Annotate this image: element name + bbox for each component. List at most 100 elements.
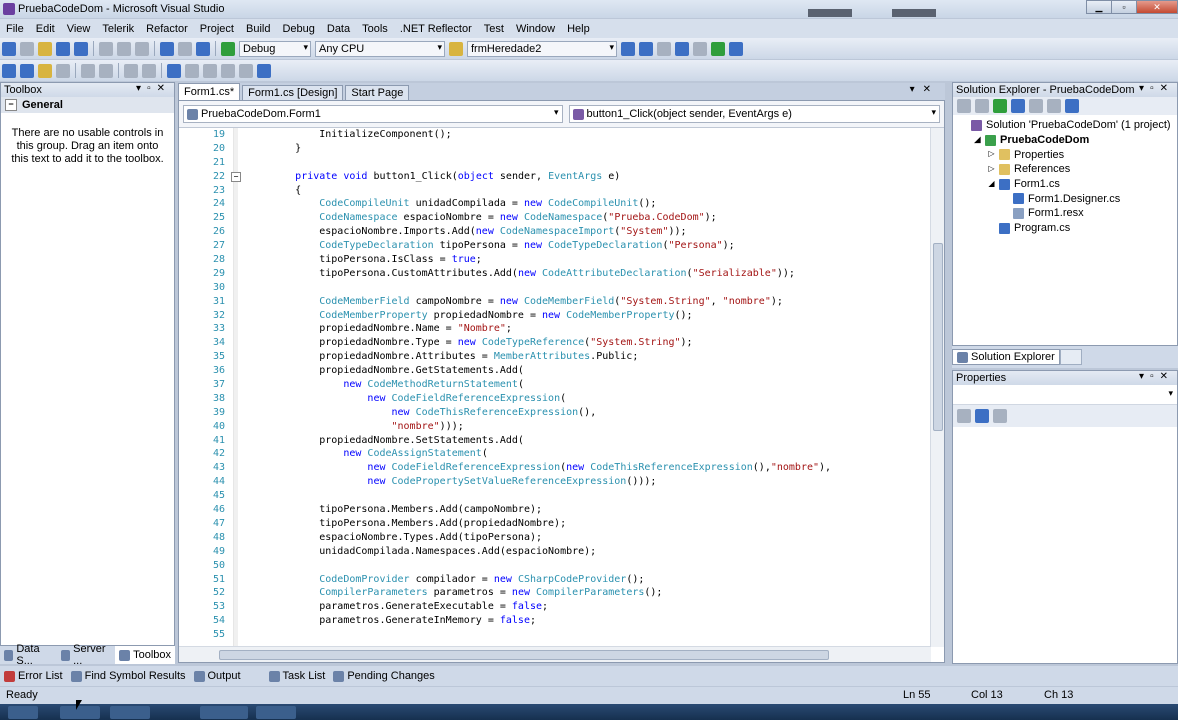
start-debug-icon[interactable] bbox=[221, 41, 235, 56]
code-line[interactable]: 35 propiedadNombre.Attributes = MemberAt… bbox=[179, 350, 931, 364]
find-combo[interactable]: frmHeredade2 bbox=[467, 40, 617, 57]
properties-icon[interactable] bbox=[957, 99, 971, 113]
horizontal-scrollbar[interactable] bbox=[179, 646, 931, 662]
dropdown-icon[interactable]: ▾ bbox=[136, 83, 147, 94]
code-line[interactable]: 34 propiedadNombre.Type = new CodeTypeRe… bbox=[179, 336, 931, 350]
paste-icon[interactable] bbox=[135, 41, 149, 56]
new-project-icon[interactable] bbox=[2, 41, 16, 56]
menu-file[interactable]: File bbox=[0, 23, 30, 35]
next-bookmark-icon[interactable] bbox=[203, 63, 217, 78]
pin-icon[interactable]: ▫ bbox=[1150, 371, 1160, 382]
tab-pending-changes[interactable]: Pending Changes bbox=[329, 670, 438, 682]
tab-server-explorer[interactable]: Server ... bbox=[57, 643, 115, 667]
save-all-icon[interactable] bbox=[74, 41, 88, 56]
expand-icon[interactable]: ◢ bbox=[987, 179, 996, 189]
code-line[interactable]: 55 bbox=[179, 628, 931, 642]
code-line[interactable]: 47 tipoPersona.Members.Add(propiedadNomb… bbox=[179, 517, 931, 531]
view-code-icon[interactable] bbox=[1011, 99, 1025, 113]
tree-node[interactable]: ◢ Form1.cs bbox=[953, 177, 1177, 192]
show-all-files-icon[interactable] bbox=[975, 99, 989, 113]
code-line[interactable]: 33 propiedadNombre.Name = "Nombre"; bbox=[179, 322, 931, 336]
code-line[interactable]: 36 propiedadNombre.GetStatements.Add( bbox=[179, 364, 931, 378]
expand-icon[interactable]: ▷ bbox=[987, 150, 996, 159]
menu-test[interactable]: Test bbox=[478, 23, 510, 35]
tab-task-list[interactable]: Task List bbox=[265, 670, 330, 682]
object-browser-icon[interactable] bbox=[675, 41, 689, 56]
tab-form1-cs[interactable]: Form1.cs* bbox=[178, 83, 241, 100]
dropdown-icon[interactable]: ▾ bbox=[1139, 371, 1150, 382]
close-icon[interactable]: ✕ bbox=[1160, 83, 1174, 94]
save-icon[interactable] bbox=[56, 41, 70, 56]
code-line[interactable]: 48 espacioNombre.Types.Add(tipoPersona); bbox=[179, 531, 931, 545]
dropdown-icon[interactable]: ▾ bbox=[1139, 83, 1150, 94]
tab-other[interactable] bbox=[1059, 349, 1082, 365]
close-icon[interactable]: ✕ bbox=[157, 83, 171, 94]
code-line[interactable]: 40 "nombre"))); bbox=[179, 420, 931, 434]
clear-bookmarks-icon[interactable] bbox=[257, 63, 271, 78]
tree-node[interactable]: Program.cs bbox=[953, 221, 1177, 236]
code-line[interactable]: 50 bbox=[179, 559, 931, 573]
code-line[interactable]: 27 CodeTypeDeclaration tipoPersona = new… bbox=[179, 239, 931, 253]
code-line[interactable]: 41 propiedadNombre.SetStatements.Add( bbox=[179, 434, 931, 448]
navigate-icon[interactable] bbox=[196, 41, 210, 56]
menu-net-reflector[interactable]: .NET Reflector bbox=[394, 23, 478, 35]
scroll-thumb[interactable] bbox=[933, 243, 943, 431]
code-line[interactable]: 38 new CodeFieldReferenceExpression( bbox=[179, 392, 931, 406]
code-line[interactable]: 31 CodeMemberField campoNombre = new Cod… bbox=[179, 295, 931, 309]
vertical-scrollbar[interactable] bbox=[930, 128, 944, 647]
tab-solution-explorer[interactable]: Solution Explorer bbox=[952, 349, 1060, 365]
expand-icon[interactable]: ◢ bbox=[973, 135, 982, 145]
tab-start-page[interactable]: Start Page bbox=[345, 85, 410, 100]
categorized-icon[interactable] bbox=[957, 409, 971, 423]
code-line[interactable]: 22 private void button1_Click(object sen… bbox=[179, 170, 931, 184]
scroll-thumb[interactable] bbox=[219, 650, 829, 660]
undo-icon[interactable] bbox=[160, 41, 174, 56]
tree-node[interactable]: Form1.resx bbox=[953, 206, 1177, 221]
comment-icon[interactable] bbox=[124, 63, 138, 78]
menu-edit[interactable]: Edit bbox=[30, 23, 61, 35]
properties-icon[interactable] bbox=[657, 41, 671, 56]
config-combo[interactable]: Debug bbox=[239, 40, 311, 57]
complete-word-icon[interactable] bbox=[56, 63, 70, 78]
code-line[interactable]: 44 new CodePropertySetValueReferenceExpr… bbox=[179, 475, 931, 489]
close-icon[interactable]: ✕ bbox=[1160, 371, 1174, 382]
code-editor[interactable]: PruebaCodeDom.Form1 button1_Click(object… bbox=[178, 100, 945, 663]
menu-tools[interactable]: Tools bbox=[356, 23, 394, 35]
menu-debug[interactable]: Debug bbox=[276, 23, 320, 35]
bookmark-icon[interactable] bbox=[167, 63, 181, 78]
parameter-info-icon[interactable] bbox=[20, 63, 34, 78]
code-line[interactable]: 43 new CodeFieldReferenceExpression(new … bbox=[179, 461, 931, 475]
prev-bookmark-icon[interactable] bbox=[185, 63, 199, 78]
menu-window[interactable]: Window bbox=[510, 23, 561, 35]
list-members-icon[interactable] bbox=[2, 63, 16, 78]
code-line[interactable]: 54 parametros.GenerateInMemory = false; bbox=[179, 614, 931, 628]
code-line[interactable]: 24 CodeCompileUnit unidadCompilada = new… bbox=[179, 197, 931, 211]
tab-data-sources[interactable]: Data S... bbox=[0, 643, 57, 667]
start-button[interactable] bbox=[8, 706, 38, 719]
code-line[interactable]: 25 CodeNamespace espacioNombre = new Cod… bbox=[179, 211, 931, 225]
tab-output[interactable]: Output bbox=[190, 670, 245, 682]
code-line[interactable]: 32 CodeMemberProperty propiedadNombre = … bbox=[179, 309, 931, 323]
code-line[interactable]: 39 new CodeThisReferenceExpression(), bbox=[179, 406, 931, 420]
copy-icon[interactable] bbox=[117, 41, 131, 56]
code-line[interactable]: 23 { bbox=[179, 184, 931, 198]
tree-node[interactable]: ◢ PruebaCodeDom bbox=[953, 133, 1177, 148]
maximize-icon[interactable]: ▫ bbox=[1111, 0, 1137, 14]
code-area[interactable]: 19 InitializeComponent();20 }2122 privat… bbox=[179, 128, 931, 647]
tfs-icon[interactable] bbox=[1065, 99, 1079, 113]
redo-icon[interactable] bbox=[178, 41, 192, 56]
taskbar-item[interactable] bbox=[200, 706, 248, 719]
menu-build[interactable]: Build bbox=[240, 23, 276, 35]
code-line[interactable]: 42 new CodeAssignStatement( bbox=[179, 447, 931, 461]
tree-node[interactable]: Form1.Designer.cs bbox=[953, 191, 1177, 206]
collapse-icon[interactable] bbox=[229, 170, 243, 184]
code-line[interactable]: 49 unidadCompilada.Namespaces.Add(espaci… bbox=[179, 545, 931, 559]
code-line[interactable]: 30 bbox=[179, 281, 931, 295]
menu-project[interactable]: Project bbox=[194, 23, 240, 35]
toolbox-icon[interactable] bbox=[693, 41, 707, 56]
code-line[interactable]: 37 new CodeMethodReturnStatement( bbox=[179, 378, 931, 392]
open-icon[interactable] bbox=[38, 41, 52, 56]
prev-bookmark-folder-icon[interactable] bbox=[221, 63, 235, 78]
code-line[interactable]: 46 tipoPersona.Members.Add(campoNombre); bbox=[179, 503, 931, 517]
close-document-icon[interactable]: ✕ bbox=[923, 84, 939, 95]
